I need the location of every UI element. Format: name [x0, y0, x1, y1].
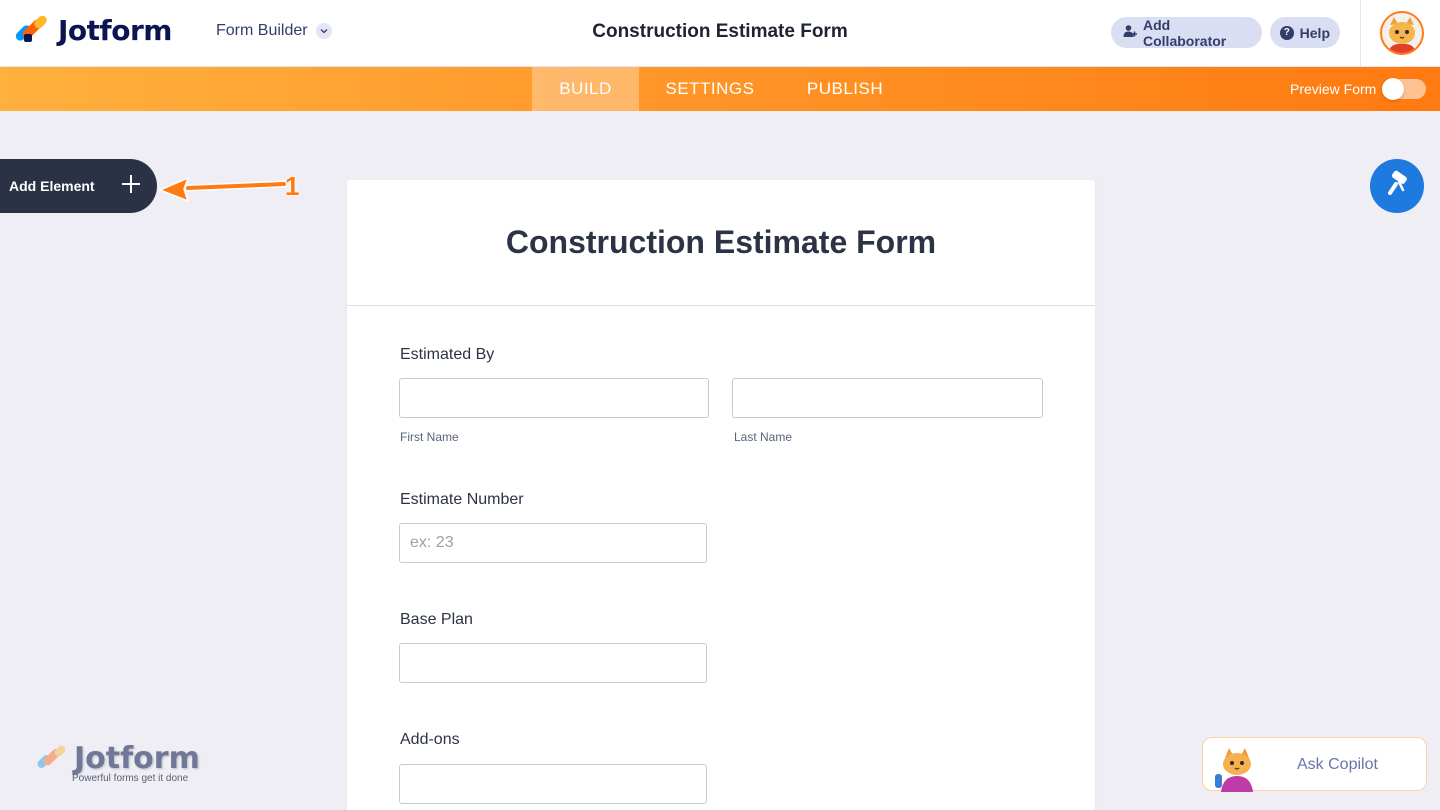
tab-settings[interactable]: SETTINGS: [653, 67, 767, 111]
plus-icon: [121, 170, 141, 200]
chevron-down-icon: [315, 23, 332, 39]
copilot-cat-icon: [1215, 748, 1253, 792]
field-label-base-plan[interactable]: Base Plan: [400, 611, 473, 629]
estimate-number-input[interactable]: ex: 23: [399, 523, 707, 563]
jotform-watermark: Jotform Powerful forms get it done: [35, 741, 200, 784]
help-icon: ?: [1280, 25, 1294, 40]
builder-nav-bar: BUILD SETTINGS PUBLISH Preview Form: [0, 67, 1440, 111]
add-collaborator-button[interactable]: Add Collaborator: [1111, 16, 1262, 49]
jotform-logo[interactable]: Jotform: [13, 13, 172, 47]
field-label-estimate-number[interactable]: Estimate Number: [400, 491, 524, 509]
watermark-logo-icon: [35, 743, 70, 776]
add-ons-input[interactable]: [399, 764, 707, 804]
header-divider: [1360, 0, 1361, 67]
form-card: Construction Estimate Form Estimated By …: [347, 180, 1095, 810]
field-label-add-ons[interactable]: Add-ons: [400, 731, 460, 749]
arrow-annotation-icon: [158, 176, 288, 203]
ask-copilot-label: Ask Copilot: [1297, 756, 1378, 773]
tab-publish[interactable]: PUBLISH: [793, 67, 897, 111]
form-builder-label: Form Builder: [216, 22, 308, 39]
field-label-estimated-by[interactable]: Estimated By: [400, 346, 494, 364]
add-collaborator-label: Add Collaborator: [1143, 16, 1227, 49]
top-header: Jotform Form Builder Construction Estima…: [0, 0, 1440, 67]
form-header[interactable]: Construction Estimate Form: [347, 180, 1095, 306]
first-name-sublabel: First Name: [400, 430, 459, 444]
base-plan-input[interactable]: [399, 643, 707, 683]
estimate-number-placeholder: ex: 23: [410, 534, 454, 551]
help-label: Help: [1299, 24, 1330, 41]
user-avatar[interactable]: [1380, 11, 1424, 55]
watermark-brand: Jotform: [74, 741, 200, 776]
last-name-input[interactable]: [732, 378, 1043, 418]
user-plus-icon: [1123, 24, 1137, 41]
annotation-number: 1: [285, 171, 300, 201]
logo-text: Jotform: [58, 14, 172, 47]
preview-form-toggle[interactable]: [1382, 78, 1426, 100]
jotform-logo-icon: [13, 13, 49, 47]
paint-roller-icon: [1383, 170, 1411, 203]
watermark-tagline: Powerful forms get it done: [72, 773, 189, 784]
form-title[interactable]: Construction Estimate Form: [506, 224, 936, 261]
form-designer-button[interactable]: [1370, 159, 1424, 213]
first-name-input[interactable]: [399, 378, 709, 418]
help-button[interactable]: ? Help: [1270, 17, 1340, 48]
form-builder-dropdown[interactable]: Form Builder: [216, 22, 332, 40]
last-name-sublabel: Last Name: [734, 430, 793, 444]
preview-form-label: Preview Form: [1290, 81, 1377, 97]
tab-build[interactable]: BUILD: [532, 67, 639, 111]
add-element-button[interactable]: Add Element: [0, 159, 157, 213]
toggle-knob: [1382, 78, 1404, 100]
ask-copilot-button[interactable]: Ask Copilot: [1202, 737, 1427, 792]
add-element-label: Add Element: [9, 178, 95, 194]
